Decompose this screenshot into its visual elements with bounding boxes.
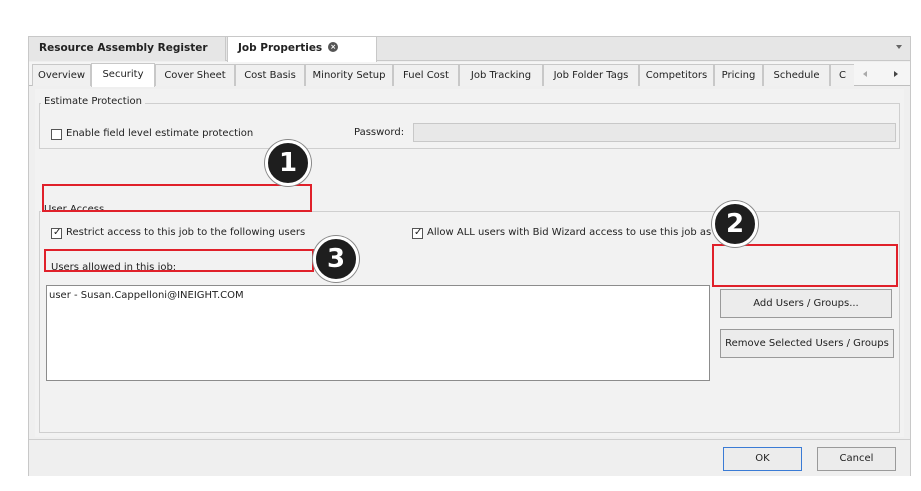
add-users-groups-button[interactable]: Add Users / Groups... <box>720 289 892 318</box>
close-icon[interactable]: × <box>328 42 339 52</box>
password-field[interactable] <box>413 123 896 142</box>
restrict-access-label: Restrict access to this job to the follo… <box>66 227 306 238</box>
list-item[interactable]: user - Susan.Cappelloni@INEIGHT.COM <box>49 290 244 301</box>
scroll-right-icon[interactable] <box>894 71 898 77</box>
user-access-title: User Access <box>41 204 108 215</box>
tab-security[interactable]: Security <box>91 63 155 87</box>
cancel-button[interactable]: Cancel <box>817 447 896 471</box>
property-tab-bar: Overview Security Cover Sheet Cost Basis… <box>29 62 910 87</box>
callout-badge-2: 2 <box>712 201 758 247</box>
allow-bid-wizard-checkbox[interactable]: ✓ <box>412 227 423 239</box>
tab-schedule[interactable]: Schedule <box>763 64 830 86</box>
allow-bid-wizard-label: Allow ALL users with Bid Wizard access t… <box>427 227 757 238</box>
restrict-access-checkbox[interactable]: ✓ <box>51 227 62 239</box>
users-listbox[interactable]: user - Susan.Cappelloni@INEIGHT.COM <box>46 285 710 381</box>
tab-competitors[interactable]: Competitors <box>639 64 714 86</box>
tab-cost-basis[interactable]: Cost Basis <box>235 64 305 86</box>
tab-overview[interactable]: Overview <box>32 64 91 86</box>
password-label: Password: <box>354 127 405 138</box>
estimate-protection-title: Estimate Protection <box>41 96 145 107</box>
doc-tab-label: Resource Assembly Register <box>39 42 208 54</box>
tab-pricing[interactable]: Pricing <box>714 64 763 86</box>
users-allowed-label: Users allowed in this job: <box>51 262 177 273</box>
callout-badge-1: 1 <box>265 140 311 186</box>
job-properties-window: Resource Assembly Register Job Propertie… <box>28 36 911 476</box>
callout-badge-3: 3 <box>313 236 359 282</box>
doc-tab-resource-assembly-register[interactable]: Resource Assembly Register <box>29 37 226 61</box>
security-panel: Estimate Protection Enable field level e… <box>35 89 904 437</box>
document-tab-bar: Resource Assembly Register Job Propertie… <box>29 37 910 62</box>
doc-tab-label: Job Properties <box>238 42 323 54</box>
enable-estimate-protection-checkbox[interactable] <box>51 129 62 140</box>
dialog-footer: OK Cancel <box>29 439 910 476</box>
scroll-left-icon[interactable] <box>863 71 867 77</box>
enable-estimate-protection-label: Enable field level estimate protection <box>66 128 254 139</box>
tab-minority-setup[interactable]: Minority Setup <box>305 64 393 86</box>
chevron-down-icon[interactable] <box>896 45 902 49</box>
checkmark-icon: ✓ <box>53 227 62 238</box>
checkmark-icon: ✓ <box>414 227 423 238</box>
tab-job-folder-tags[interactable]: Job Folder Tags <box>543 64 639 86</box>
tab-overflow[interactable]: C <box>830 64 854 86</box>
remove-selected-users-groups-button[interactable]: Remove Selected Users / Groups <box>720 329 894 358</box>
tab-fuel-cost[interactable]: Fuel Cost <box>393 64 459 86</box>
tab-job-tracking[interactable]: Job Tracking <box>459 64 543 86</box>
ok-button[interactable]: OK <box>723 447 802 471</box>
doc-tab-job-properties[interactable]: Job Properties × <box>227 37 377 62</box>
tab-cover-sheet[interactable]: Cover Sheet <box>155 64 235 86</box>
